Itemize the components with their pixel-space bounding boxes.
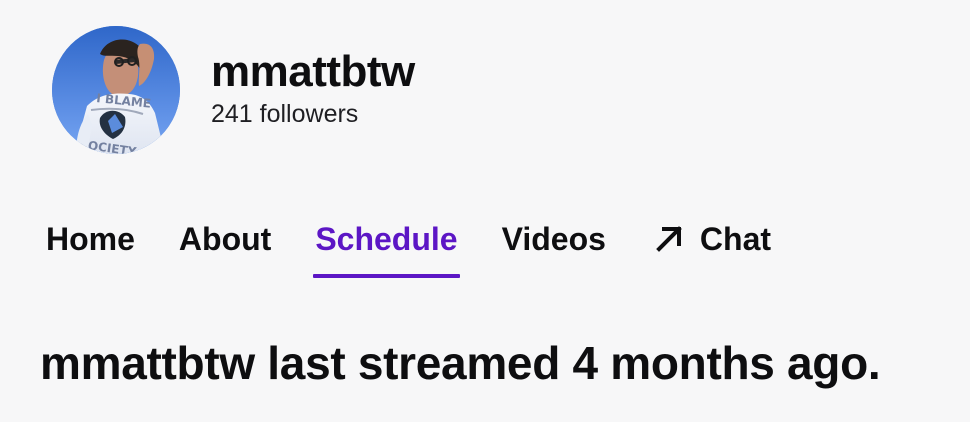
channel-header: I BLAME SOCIETY mmattbtw 241 followers (52, 26, 415, 154)
channel-navigation: Home About Schedule Videos Chat (46, 218, 771, 282)
tab-chat-label: Chat (699, 221, 772, 257)
tab-chat[interactable]: Chat (650, 218, 771, 260)
external-arrow-icon (650, 220, 688, 258)
tab-home[interactable]: Home (46, 218, 135, 260)
channel-name[interactable]: mmattbtw (211, 46, 415, 98)
tab-about[interactable]: About (179, 218, 271, 260)
avatar[interactable]: I BLAME SOCIETY (52, 26, 180, 154)
tab-videos[interactable]: Videos (502, 218, 606, 260)
channel-identity: mmattbtw 241 followers (211, 46, 415, 130)
follower-count: 241 followers (211, 100, 359, 128)
tab-schedule[interactable]: Schedule (313, 218, 460, 278)
last-streamed-status: mmattbtw last streamed 4 months ago. (40, 337, 881, 389)
